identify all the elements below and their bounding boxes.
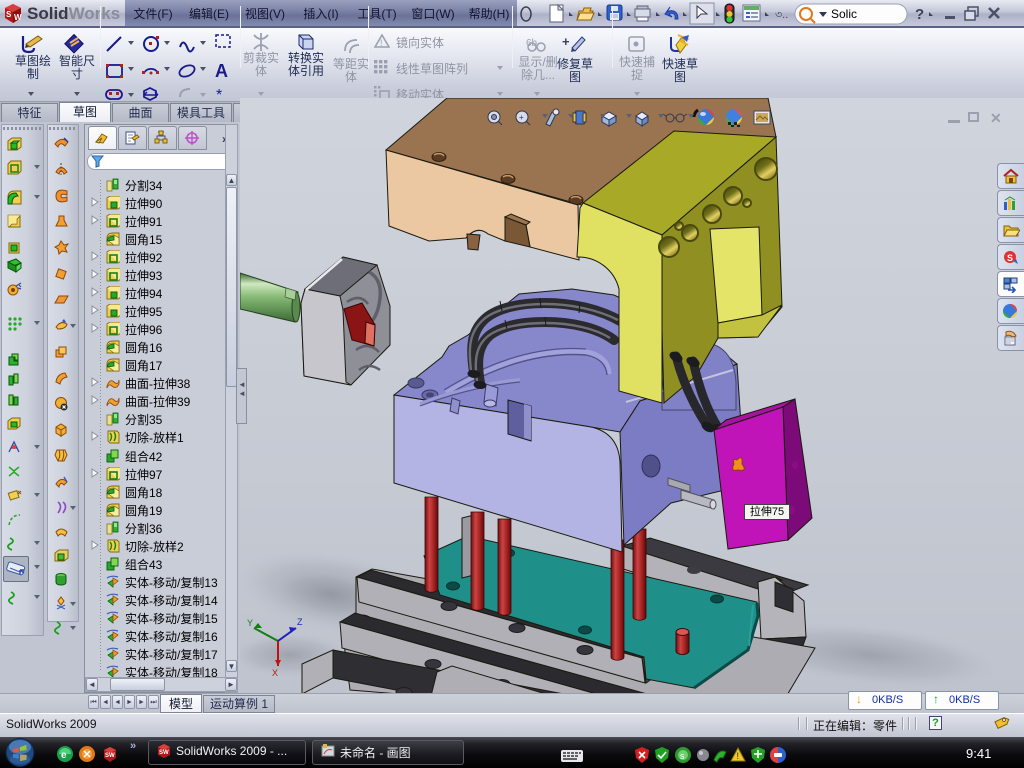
svg-text:+: + <box>562 34 570 49</box>
svg-text:A: A <box>215 61 228 81</box>
svg-text:+: + <box>519 113 524 122</box>
svg-text:W: W <box>14 13 22 22</box>
svg-text:!: ! <box>737 751 740 761</box>
svg-text:?: ? <box>915 6 924 23</box>
svg-text:e: e <box>61 750 67 761</box>
svg-text:SW: SW <box>159 750 169 756</box>
svg-text:s: s <box>680 751 685 761</box>
svg-text:SW: SW <box>105 753 115 759</box>
svg-text:৩..: ৩.. <box>775 9 788 21</box>
svg-text:Y: Y <box>247 618 253 628</box>
svg-text:*: * <box>216 87 222 101</box>
svg-text:S: S <box>6 10 12 19</box>
svg-text:Solic: Solic <box>831 7 857 21</box>
svg-text:!: ! <box>380 38 383 48</box>
svg-text:S: S <box>1007 253 1013 263</box>
svg-text:Z: Z <box>297 617 303 627</box>
svg-text:X: X <box>272 668 278 678</box>
